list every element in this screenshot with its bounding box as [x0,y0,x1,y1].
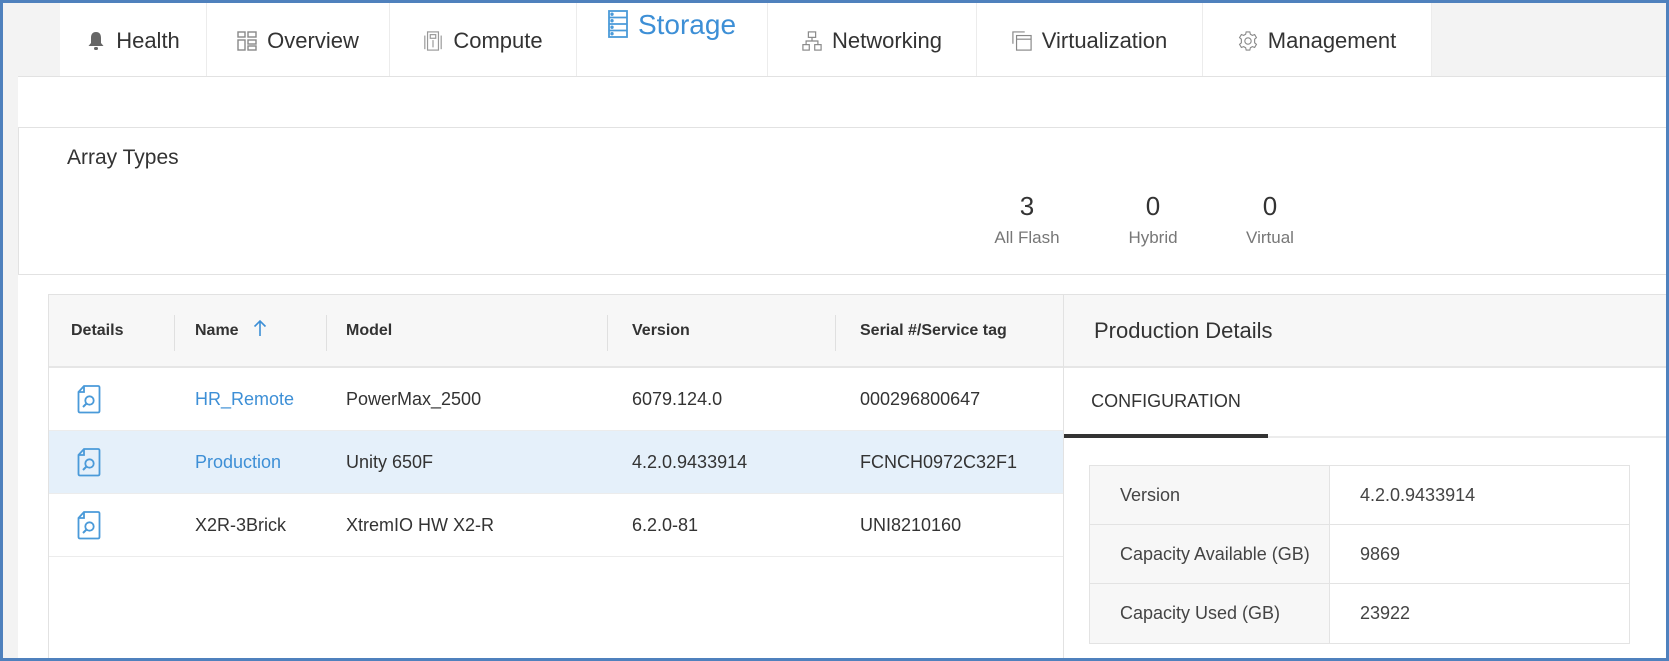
stat-hybrid: 0 Hybrid [1098,190,1208,248]
details-panel: Production Details CONFIGURATION Version… [1063,294,1666,658]
version-cell: 6079.124.0 [632,388,723,409]
table-row-selected[interactable]: Production Unity 650F 4.2.0.9433914 FCNC… [49,431,1064,494]
array-name: X2R-3Brick [195,514,287,535]
stat-label: All Flash [994,228,1060,247]
tab-label: Virtualization [1041,27,1168,53]
version-cell: 4.2.0.9433914 [632,451,748,472]
tab-health[interactable]: Health [60,3,207,76]
tab-label: Health [116,27,180,53]
stat-value: 3 [1019,191,1035,221]
details-cell [77,431,101,493]
config-value: 23922 [1360,603,1411,623]
config-row: Capacity Available (GB) 9869 [1090,525,1629,584]
tab-storage[interactable]: Storage [577,3,768,79]
details-tabs: CONFIGURATION [1064,368,1666,438]
tab-management[interactable]: Management [1203,3,1432,76]
stat-label: Virtual [1246,228,1294,247]
dashboard-grid-icon [237,30,257,52]
model-cell: Unity 650F [346,451,434,472]
tab-label: Networking [831,27,943,53]
tab-virtualization[interactable]: Virtualization [977,3,1203,76]
storage-arrays-table: Details Name Model Version Serial #/Serv… [48,294,1064,658]
column-header-name[interactable]: Name [195,295,267,366]
server-rack-icon [423,30,443,52]
array-types-card: Array Types 3 All Flash 0 Hybrid 0 Virtu… [18,127,1666,275]
tab-label: Compute [453,27,543,53]
version-cell: 6.2.0-81 [632,514,699,535]
details-cell [77,494,101,556]
config-value: 9869 [1360,543,1401,564]
arrow-up-icon [253,319,267,342]
stat-virtual: 0 Virtual [1215,190,1325,248]
stat-value: 0 [1145,191,1161,221]
storage-content: Array Types 3 All Flash 0 Hybrid 0 Virtu… [18,76,1666,658]
array-name-link[interactable]: HR_Remote [195,368,294,430]
virtualization-icon [1012,30,1032,52]
app-frame: Health Overview Compute Storage Networki… [0,0,1669,661]
main-tabs: Health Overview Compute Storage Networki… [60,3,1432,79]
document-search-icon[interactable] [77,384,101,414]
config-key: Version [1090,466,1330,524]
stat-value: 0 [1262,191,1278,221]
config-row: Version 4.2.0.9433914 [1090,466,1629,525]
tab-compute[interactable]: Compute [390,3,577,76]
configuration-table: Version 4.2.0.9433914 Capacity Available… [1089,465,1630,644]
storage-icon [608,9,628,39]
model-cell: XtremIO HW X2-R [346,514,495,535]
config-value: 4.2.0.9433914 [1360,484,1476,505]
serial-cell: FCNCH0972C32F1 [860,451,1018,472]
column-divider[interactable] [326,315,327,351]
tab-label: Overview [267,27,359,53]
tab-overview[interactable]: Overview [207,3,390,76]
gear-icon [1238,30,1258,52]
table-row[interactable]: HR_Remote PowerMax_2500 6079.124.0 00029… [49,368,1064,431]
column-header-details[interactable]: Details [71,295,123,366]
model-cell: PowerMax_2500 [346,388,482,409]
config-key: Capacity Available (GB) [1090,525,1330,583]
column-header-serial[interactable]: Serial #/Service tag [860,295,1007,366]
tab-networking[interactable]: Networking [768,3,977,76]
document-search-icon[interactable] [77,447,101,477]
table-row[interactable]: X2R-3Brick XtremIO HW X2-R 6.2.0-81 UNI8… [49,494,1064,557]
config-key: Capacity Used (GB) [1090,584,1330,643]
column-divider[interactable] [835,315,836,351]
column-header-model[interactable]: Model [346,295,392,366]
stat-label: Hybrid [1128,228,1178,247]
bell-icon [86,30,106,52]
table-header: Details Name Model Version Serial #/Serv… [49,295,1064,368]
details-title: Production Details [1064,295,1666,368]
serial-cell: 000296800647 [860,388,981,409]
column-header-label: Name [195,321,239,339]
network-topology-icon [802,30,822,52]
config-row: Capacity Used (GB) 23922 [1090,584,1629,643]
document-search-icon[interactable] [77,510,101,540]
tab-label: Storage [637,9,737,40]
array-types-title: Array Types [67,146,179,169]
array-name-link[interactable]: Production [195,431,281,493]
column-header-version[interactable]: Version [632,295,690,366]
serial-cell: UNI8210160 [860,514,962,535]
tab-label: Management [1267,27,1397,53]
details-cell [77,368,101,430]
tab-configuration[interactable]: CONFIGURATION [1064,368,1268,438]
column-divider[interactable] [174,315,175,351]
column-divider[interactable] [607,315,608,351]
stat-all-flash: 3 All Flash [972,190,1082,248]
